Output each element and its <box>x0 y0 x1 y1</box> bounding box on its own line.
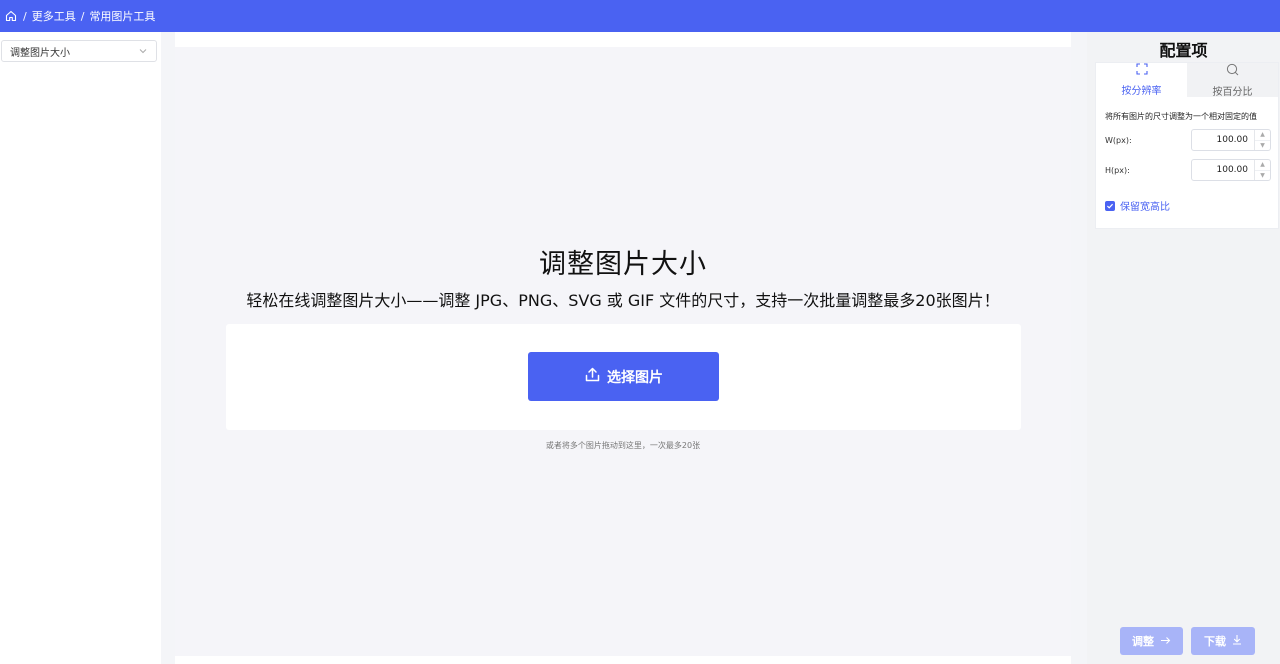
download-icon <box>1232 634 1242 648</box>
download-label: 下载 <box>1204 635 1226 648</box>
width-decrement-icon[interactable]: ▼ <box>1255 141 1270 151</box>
chevron-down-icon <box>138 46 148 56</box>
drop-hint: 或者将多个图片拖动到这里，一次最多20张 <box>545 441 701 450</box>
width-increment-icon[interactable]: ▲ <box>1255 130 1270 141</box>
crop-frame-icon <box>1135 63 1148 78</box>
height-value[interactable]: 100.00 <box>1192 165 1254 175</box>
upload-dropzone[interactable]: 选择图片 <box>226 324 1021 430</box>
height-input[interactable]: 100.00 ▲ ▼ <box>1191 159 1271 181</box>
select-image-label: 选择图片 <box>607 369 663 386</box>
width-stepper: ▲ ▼ <box>1254 130 1270 150</box>
page-title: 调整图片大小 <box>539 249 707 280</box>
keep-ratio-checkbox[interactable]: 保留宽高比 <box>1105 198 1170 213</box>
height-decrement-icon[interactable]: ▼ <box>1255 171 1270 181</box>
breadcrumb-separator: / <box>80 9 85 23</box>
config-tabs: 按分辨率 按百分比 <box>1096 63 1278 98</box>
breadcrumb-more-tools[interactable]: 更多工具 <box>32 8 76 24</box>
config-panel: 配置项 按分辨率 按百分比 将所有图片的尺寸调整为一个相对固定的值 W(px):… <box>1087 32 1280 664</box>
width-label: W(px): <box>1105 135 1132 145</box>
breadcrumb-separator: / <box>23 9 27 23</box>
tool-select[interactable]: 调整图片大小 <box>1 40 157 62</box>
height-row: H(px): 100.00 ▲ ▼ <box>1105 159 1273 181</box>
config-title: 配置项 <box>1159 41 1208 60</box>
height-stepper: ▲ ▼ <box>1254 160 1270 180</box>
keep-ratio-label: 保留宽高比 <box>1120 202 1170 213</box>
breadcrumb-image-tools[interactable]: 常用图片工具 <box>89 8 155 24</box>
width-input[interactable]: 100.00 ▲ ▼ <box>1191 129 1271 151</box>
tab-by-resolution-label: 按分辨率 <box>1121 86 1162 97</box>
right-gutter <box>1071 32 1087 664</box>
left-panel: 调整图片大小 <box>0 32 161 664</box>
height-label: H(px): <box>1105 165 1130 175</box>
magnifier-icon <box>1226 63 1239 79</box>
config-description: 将所有图片的尺寸调整为一个相对固定的值 <box>1105 112 1257 121</box>
height-increment-icon[interactable]: ▲ <box>1255 160 1270 171</box>
home-icon[interactable] <box>4 9 18 23</box>
main-area: 调整图片大小 轻松在线调整图片大小——调整 JPG、PNG、SVG 或 GIF … <box>175 47 1071 656</box>
main-bottom-band <box>175 656 1071 664</box>
adjust-label: 调整 <box>1132 635 1154 648</box>
width-value[interactable]: 100.00 <box>1192 135 1254 145</box>
tool-select-value: 调整图片大小 <box>10 47 70 59</box>
upload-icon <box>584 366 601 387</box>
tab-by-percentage-label: 按百分比 <box>1212 86 1253 98</box>
main-top-band <box>175 32 1071 47</box>
select-image-button[interactable]: 选择图片 <box>528 352 719 401</box>
checkbox-checked-icon[interactable] <box>1105 200 1115 211</box>
tab-by-resolution[interactable]: 按分辨率 <box>1096 63 1187 97</box>
tab-by-percentage[interactable]: 按百分比 <box>1187 63 1278 98</box>
page-subtitle: 轻松在线调整图片大小——调整 JPG、PNG、SVG 或 GIF 文件的尺寸，支… <box>246 291 1000 310</box>
arrow-right-icon <box>1160 635 1171 648</box>
download-button[interactable]: 下载 <box>1191 627 1255 655</box>
left-gutter <box>161 32 175 664</box>
adjust-button[interactable]: 调整 <box>1120 627 1183 655</box>
width-row: W(px): 100.00 ▲ ▼ <box>1105 129 1273 151</box>
top-bar: / 更多工具 / 常用图片工具 <box>0 0 1280 32</box>
